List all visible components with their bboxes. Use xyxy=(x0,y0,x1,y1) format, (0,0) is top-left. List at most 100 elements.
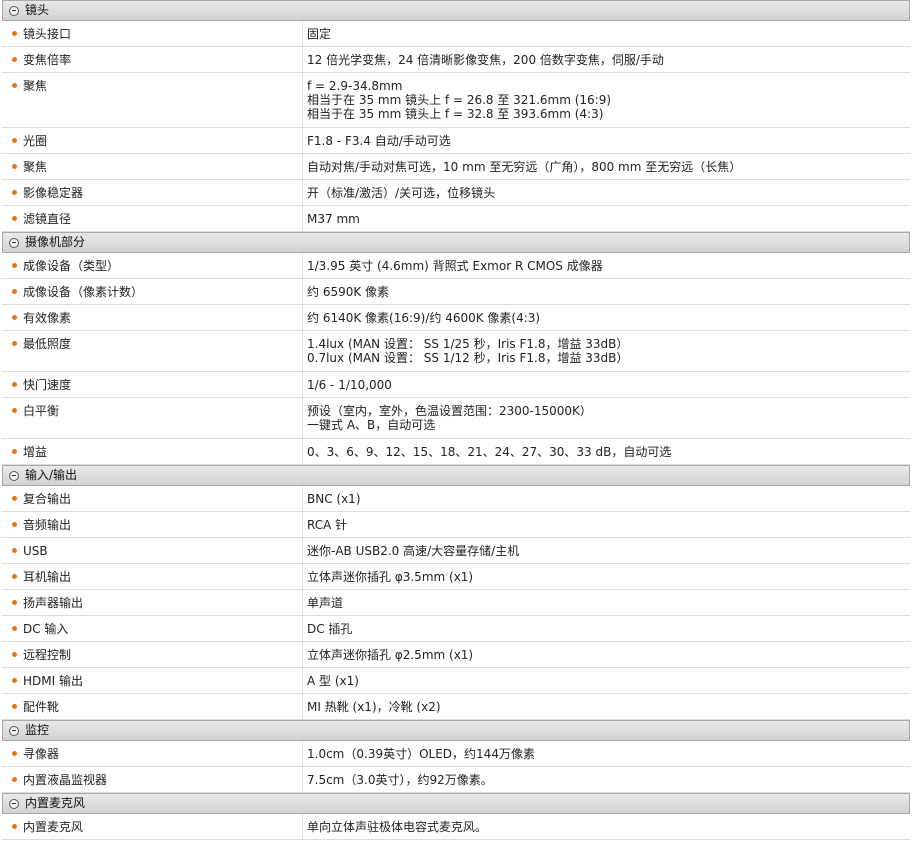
collapse-icon[interactable] xyxy=(9,725,19,736)
spec-label-text: 成像设备（类型） xyxy=(23,259,120,273)
spec-value: 自动对焦/手动对焦可选，10 mm 至无穷远（广角），800 mm 至无穷远（长… xyxy=(303,154,910,174)
spec-value-line: M37 mm xyxy=(307,212,360,226)
bullet-icon xyxy=(12,548,17,553)
spec-value-line: 自动对焦/手动对焦可选，10 mm 至无穷远（广角），800 mm 至无穷远（长… xyxy=(307,160,742,174)
spec-row: 有效像素 约 6140K 像素(16:9)/约 4600K 像素(4:3) xyxy=(2,305,910,331)
spec-row: 增益 0、3、6、9、12、15、18、21、24、27、30、33 dB，自动可… xyxy=(2,439,910,465)
bullet-icon xyxy=(12,704,17,709)
spec-label: HDMI 输出 xyxy=(2,668,303,693)
spec-value: BNC (x1) xyxy=(303,486,910,506)
spec-value-line: 迷你-AB USB2.0 高速/大容量存储/主机 xyxy=(307,544,520,558)
spec-label: 增益 xyxy=(2,439,303,464)
spec-label: 白平衡 xyxy=(2,398,303,438)
spec-value-line: 固定 xyxy=(307,27,332,41)
spec-value-line: 约 6140K 像素(16:9)/约 4600K 像素(4:3) xyxy=(307,311,541,325)
bullet-icon xyxy=(12,263,17,268)
spec-value-line: 开（标准/激活）/关可选，位移镜头 xyxy=(307,186,496,200)
section-title: 内置麦克风 xyxy=(25,796,86,810)
spec-value: F1.8 - F3.4 自动/手动可选 xyxy=(303,128,910,148)
section-title: 镜头 xyxy=(25,3,50,17)
spec-label-text: 增益 xyxy=(23,445,48,459)
spec-label-text: 快门速度 xyxy=(23,378,72,392)
spec-value: 立体声迷你插孔 φ3.5mm (x1) xyxy=(303,564,910,584)
spec-row: 光圈 F1.8 - F3.4 自动/手动可选 xyxy=(2,128,910,154)
spec-row: 变焦倍率 12 倍光学变焦，24 倍清晰影像变焦，200 倍数字变焦，伺服/手动 xyxy=(2,47,910,73)
spec-row: 扬声器输出 单声道 xyxy=(2,590,910,616)
collapse-icon[interactable] xyxy=(9,470,19,481)
spec-value-line: F1.8 - F3.4 自动/手动可选 xyxy=(307,134,451,148)
spec-value-line: 单向立体声驻极体电容式麦克风。 xyxy=(307,820,488,834)
section-header[interactable]: 镜头 xyxy=(2,0,910,21)
spec-value: 1/6 - 1/10,000 xyxy=(303,372,910,392)
bullet-icon xyxy=(12,190,17,195)
spec-value-line: 1.4lux (MAN 设置： SS 1/25 秒，Iris F1.8，增益 3… xyxy=(307,337,629,351)
spec-label: 滤镜直径 xyxy=(2,206,303,231)
spec-value: 7.5cm（3.0英寸），约92万像素。 xyxy=(303,767,910,787)
section-header[interactable]: 摄像机部分 xyxy=(2,232,910,253)
spec-value: 单向立体声驻极体电容式麦克风。 xyxy=(303,814,910,834)
spec-label-text: 复合输出 xyxy=(23,492,72,506)
spec-value: 约 6140K 像素(16:9)/约 4600K 像素(4:3) xyxy=(303,305,910,325)
section-title: 监控 xyxy=(25,723,50,737)
spec-row: USB 迷你-AB USB2.0 高速/大容量存储/主机 xyxy=(2,538,910,564)
bullet-icon xyxy=(12,449,17,454)
spec-label-text: 扬声器输出 xyxy=(23,596,84,610)
spec-section: 输入/输出复合输出 BNC (x1) 音频输出 RCA 针 USB 迷你-AB USB2.… xyxy=(2,465,910,720)
bullet-icon xyxy=(12,408,17,413)
spec-value-line: RCA 针 xyxy=(307,518,348,532)
section-header[interactable]: 输入/输出 xyxy=(2,465,910,486)
spec-label-text: 成像设备（像素计数） xyxy=(23,285,144,299)
collapse-icon[interactable] xyxy=(9,5,19,16)
spec-label: 音频输出 xyxy=(2,512,303,537)
spec-section: 内置麦克风 内置麦克风 单向立体声驻极体电容式麦克风。 xyxy=(2,793,910,840)
spec-label: 成像设备（类型） xyxy=(2,253,303,278)
spec-value-line: 0、3、6、9、12、15、18、21、24、27、30、33 dB，自动可选 xyxy=(307,445,672,459)
spec-value: M37 mm xyxy=(303,206,910,226)
section-title: 摄像机部分 xyxy=(25,235,86,249)
spec-label: 最低照度 xyxy=(2,331,303,371)
spec-value-line: 12 倍光学变焦，24 倍清晰影像变焦，200 倍数字变焦，伺服/手动 xyxy=(307,53,664,67)
spec-value-line: 预设（室内，室外，色温设置范围：2300-15000K） xyxy=(307,404,592,418)
bullet-icon xyxy=(12,289,17,294)
bullet-icon xyxy=(12,164,17,169)
bullet-icon xyxy=(12,626,17,631)
spec-value-line: BNC (x1) xyxy=(307,492,361,506)
bullet-icon xyxy=(12,824,17,829)
spec-label: 成像设备（像素计数） xyxy=(2,279,303,304)
spec-label: 变焦倍率 xyxy=(2,47,303,72)
spec-value-line: 单声道 xyxy=(307,596,344,610)
spec-label: 内置液晶监视器 xyxy=(2,767,303,792)
bullet-icon xyxy=(12,522,17,527)
spec-row: 耳机输出 立体声迷你插孔 φ3.5mm (x1) xyxy=(2,564,910,590)
spec-value: 固定 xyxy=(303,21,910,41)
spec-label-text: 变焦倍率 xyxy=(23,53,72,67)
spec-label: 快门速度 xyxy=(2,372,303,397)
spec-label-text: 音频输出 xyxy=(23,518,72,532)
spec-value: f = 2.9-34.8mm 相当于在 35 mm 镜头上 f = 26.8 至 … xyxy=(303,73,910,121)
spec-label: 寻像器 xyxy=(2,741,303,766)
spec-value-line: 1/3.95 英寸 (4.6mm) 背照式 Exmor R CMOS 成像器 xyxy=(307,259,603,273)
spec-label: 扬声器输出 xyxy=(2,590,303,615)
spec-row: 最低照度 1.4lux (MAN 设置： SS 1/25 秒，Iris F1.8，… xyxy=(2,331,910,372)
spec-label-text: HDMI 输出 xyxy=(23,674,83,688)
spec-label-text: 光圈 xyxy=(23,134,48,148)
spec-value-line: DC 插孔 xyxy=(307,622,353,636)
collapse-icon[interactable] xyxy=(9,237,19,248)
bullet-icon xyxy=(12,83,17,88)
spec-label: 光圈 xyxy=(2,128,303,153)
bullet-icon xyxy=(12,57,17,62)
spec-row: 镜头接口 固定 xyxy=(2,21,910,47)
spec-label-text: 远程控制 xyxy=(23,648,72,662)
spec-value: 预设（室内，室外，色温设置范围：2300-15000K） 一键式 A、B，自动可选 xyxy=(303,398,910,432)
section-header[interactable]: 监控 xyxy=(2,720,910,741)
spec-label: 复合输出 xyxy=(2,486,303,511)
spec-value-line: 相当于在 35 mm 镜头上 f = 32.8 至 393.6mm (4:3) xyxy=(307,107,604,121)
bullet-icon xyxy=(12,315,17,320)
spec-label-text: 内置液晶监视器 xyxy=(23,773,108,787)
spec-label: USB xyxy=(2,538,303,563)
spec-label: 内置麦克风 xyxy=(2,814,303,839)
collapse-icon[interactable] xyxy=(9,798,19,809)
spec-row: 远程控制 立体声迷你插孔 φ2.5mm (x1) xyxy=(2,642,910,668)
spec-value-line: 约 6590K 像素 xyxy=(307,285,390,299)
section-header[interactable]: 内置麦克风 xyxy=(2,793,910,814)
